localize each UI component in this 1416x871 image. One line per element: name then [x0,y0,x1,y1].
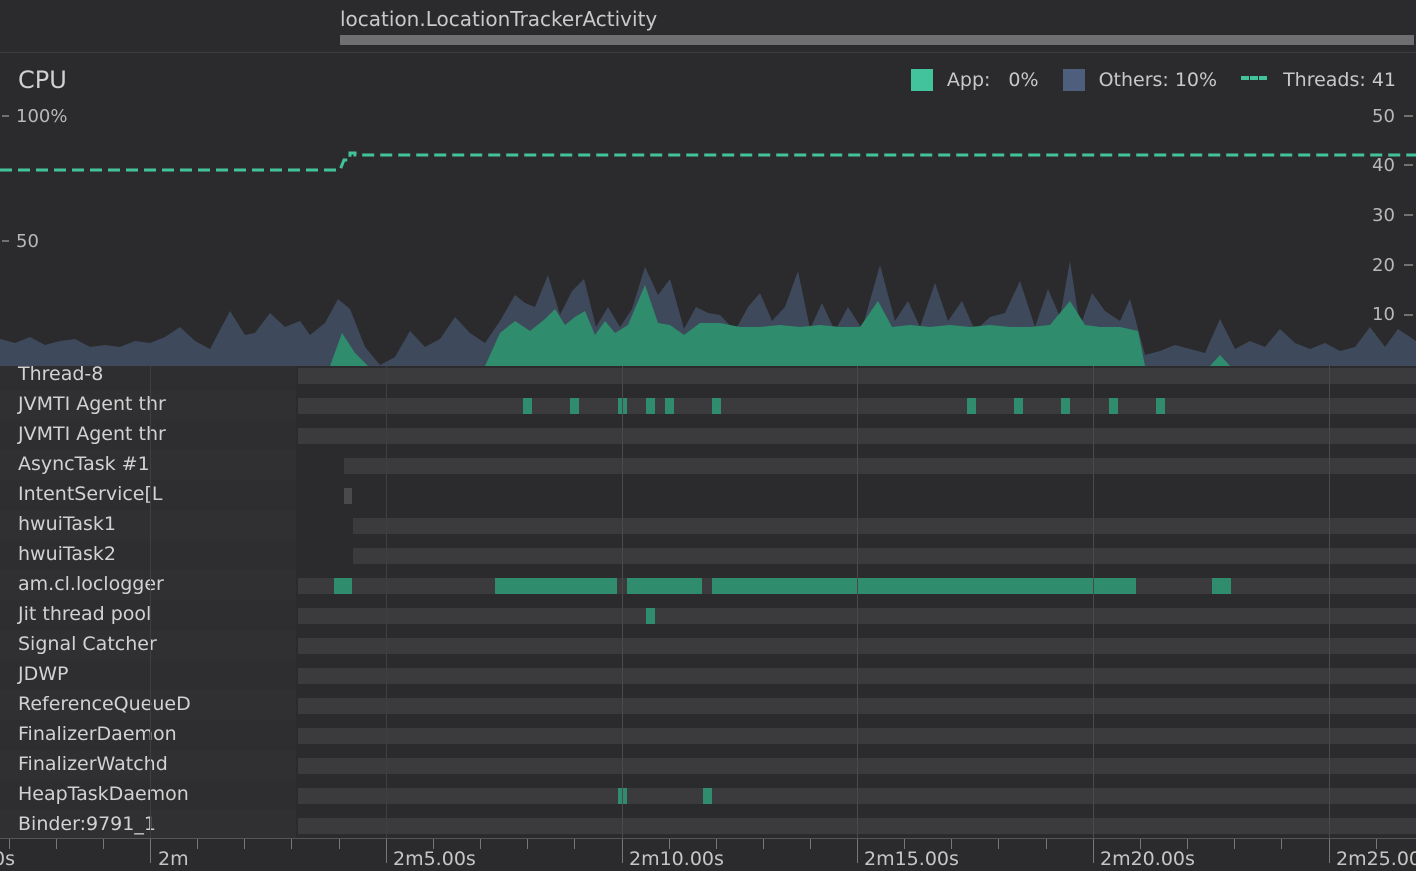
legend-app-label: App: [946,69,991,91]
time-label-2m25: 2m25.00s [1336,848,1416,870]
legend-threads-value: 41 [1371,69,1396,91]
time-gridline [857,366,858,838]
thread-running-segment [703,788,712,804]
thread-row[interactable]: am.cl.loclogger [0,570,1416,600]
cpu-title: CPU [18,66,67,94]
thread-name: Jit thread pool [18,603,152,625]
thread-running-segment [967,398,976,414]
time-gridline [386,366,387,838]
thread-running-segment [1061,398,1070,414]
thread-name: JVMTI Agent thr [18,423,166,445]
time-label-2m20: 2m20.00s [1100,848,1195,870]
thread-row[interactable]: HeapTaskDaemon [0,780,1416,810]
thread-name: JDWP [18,663,69,685]
thread-name: HeapTaskDaemon [18,783,189,805]
thread-name: JVMTI Agent thr [18,393,166,415]
thread-running-segment [712,578,1136,594]
thread-row[interactable]: hwuiTask1 [0,510,1416,540]
thread-count-line [0,151,1416,172]
thread-name: am.cl.loclogger [18,573,164,595]
thread-name: ReferenceQueueD [18,693,191,715]
right-axis-label-40: 40 [1372,155,1395,176]
thread-row[interactable]: JDWP [0,660,1416,690]
thread-name: IntentService[L [18,483,163,505]
thread-running-segment [712,398,721,414]
thread-running-segment [665,398,674,414]
cpu-axis-ticks [2,115,1413,316]
left-axis-label-100: 100% [16,106,68,127]
thread-running-segment [1156,398,1165,414]
time-gridline [1093,366,1094,838]
time-gridline [622,366,623,838]
thread-running-segment [334,578,352,594]
thread-row[interactable]: Binder:9791_1 [0,810,1416,838]
time-gridline [150,366,151,838]
time-label-2m: 2m [158,848,189,870]
thread-name: Binder:9791_1 [18,813,156,835]
thread-running-segment [1014,398,1023,414]
others-swatch-icon [1062,69,1085,91]
thread-row[interactable]: Thread-8 [0,366,1416,390]
thread-row[interactable]: AsyncTask #1 [0,450,1416,480]
activity-timeline-bar[interactable] [340,35,1414,45]
cpu-legend: App: 0% Others: 10% Threads: 41 [887,66,1396,94]
thread-state-track [344,488,352,504]
legend-others-label: Others: [1098,69,1169,91]
thread-row[interactable]: FinalizerWatchd [0,750,1416,780]
thread-row[interactable]: ReferenceQueueD [0,690,1416,720]
thread-name: Signal Catcher [18,633,157,655]
thread-list[interactable]: Thread-8 JVMTI Agent thr JVMTI Agent thr… [0,366,1416,838]
thread-row[interactable]: IntentService[L [0,480,1416,510]
thread-row[interactable]: JVMTI Agent thr [0,420,1416,450]
thread-state-track [344,458,1416,474]
legend-threads: Threads: 41 [1241,69,1396,91]
thread-running-segment [523,398,532,414]
right-axis-label-10: 10 [1372,304,1395,325]
thread-running-segment [646,398,655,414]
app-swatch-icon [910,69,933,91]
time-label-2m5: 2m5.00s [393,848,476,870]
thread-name: FinalizerWatchd [18,753,168,775]
thread-running-segment [1212,578,1231,594]
time-axis[interactable]: 0s 2m 2m5.00s 2m10.00s 2m15.00s 2m20.00s… [0,838,1416,871]
thread-row[interactable]: Jit thread pool [0,600,1416,630]
left-axis-label-50: 50 [16,231,39,252]
legend-others: Others: 10% [1062,69,1218,91]
right-axis-label-30: 30 [1372,205,1395,226]
thread-name: hwuiTask1 [18,513,116,535]
right-axis-label-50: 50 [1372,106,1395,127]
activity-bar-area: location.LocationTrackerActivity [0,0,1416,53]
thread-name: hwuiTask2 [18,543,116,565]
legend-app-value: 0% [1008,69,1039,91]
thread-running-segment [627,578,702,594]
thread-name: FinalizerDaemon [18,723,177,745]
time-label-2m10: 2m10.00s [629,848,724,870]
thread-state-track [353,548,1416,564]
thread-running-segment [570,398,579,414]
right-axis-label-20: 20 [1372,255,1395,276]
thread-row[interactable]: Signal Catcher [0,630,1416,660]
activity-label: location.LocationTrackerActivity [340,7,658,31]
time-label-0s: 0s [0,848,15,870]
legend-app: App: 0% [910,69,1039,91]
thread-name: Thread-8 [18,366,104,385]
threads-dash-icon [1241,75,1268,85]
time-gridline [1329,366,1330,838]
thread-running-segment [1109,398,1118,414]
thread-row[interactable]: FinalizerDaemon [0,720,1416,750]
legend-threads-label: Threads: [1283,69,1366,91]
thread-running-segment [646,608,655,624]
thread-row[interactable]: JVMTI Agent thr [0,390,1416,420]
thread-name: AsyncTask #1 [18,453,150,475]
legend-others-value: 10% [1174,69,1218,91]
time-label-2m15: 2m15.00s [864,848,959,870]
cpu-usage-chart[interactable] [0,95,1416,366]
thread-state-track [353,518,1416,534]
thread-row[interactable]: hwuiTask2 [0,540,1416,570]
thread-running-segment [495,578,617,594]
